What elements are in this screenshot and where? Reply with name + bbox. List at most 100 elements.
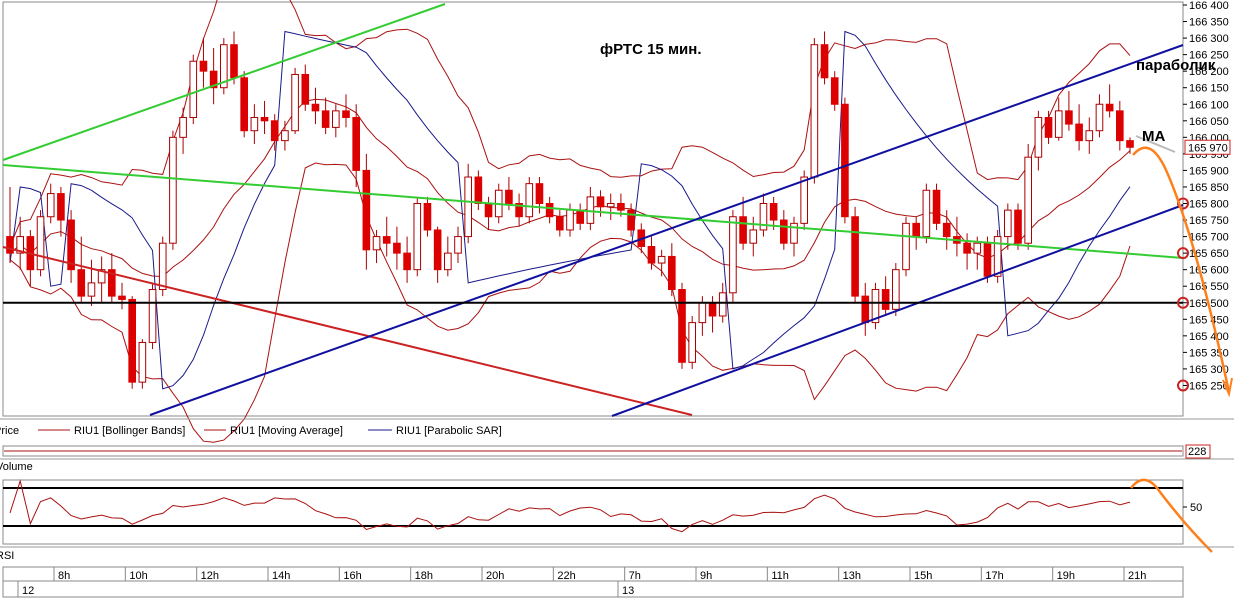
candle-body [1075, 123, 1083, 142]
x-tick-label: 17h [985, 570, 1003, 582]
candle-body [362, 169, 371, 251]
candle-body [474, 176, 483, 205]
candle-body [148, 289, 157, 343]
candle-body [545, 203, 554, 218]
legend-rsi: RSI [0, 550, 14, 562]
candle [148, 282, 157, 350]
candle-body [1034, 116, 1043, 158]
time-axis [2, 566, 1184, 598]
candle-body [46, 193, 55, 218]
x-tick-label: 10h [129, 570, 147, 582]
candle-body [1065, 110, 1073, 125]
candle [1024, 143, 1032, 250]
candle-body [1024, 156, 1032, 244]
candle-body [189, 60, 198, 118]
x-tick-label: 16h [343, 570, 361, 582]
candle-body [169, 136, 177, 244]
day-label: 12 [22, 585, 34, 597]
legend-price: Price [0, 425, 19, 437]
last-price-label: 165 970 [1188, 142, 1228, 154]
legend-ma: RIU1 [Moving Average] [230, 425, 343, 437]
candle-body [36, 216, 45, 271]
rsi-tick-label: 50 [1190, 502, 1202, 514]
candle-body [433, 229, 442, 271]
candle [871, 282, 880, 330]
candle-body [1095, 103, 1104, 132]
day-label: 13 [622, 585, 634, 597]
candle [851, 206, 859, 303]
candle-body [128, 298, 136, 383]
y-tick-label: 165 400 [1189, 331, 1229, 343]
candle [729, 210, 737, 303]
y-tick-label: 165 850 [1189, 182, 1229, 194]
candle-body [332, 110, 340, 128]
y-tick-label: 165 800 [1189, 199, 1229, 211]
candle-body [688, 322, 696, 363]
x-tick-label: 13h [843, 570, 861, 582]
candle-body [556, 216, 564, 231]
candle [922, 183, 931, 244]
candle-body [566, 209, 574, 231]
candle [413, 196, 422, 277]
candle-body [250, 116, 259, 132]
candle-body [382, 236, 391, 244]
candle-body [403, 252, 411, 271]
candle-body [1054, 110, 1063, 138]
x-tick-label: 21h [1128, 570, 1146, 582]
legend-volume: Volume [0, 461, 33, 473]
y-tick-label: 165 450 [1189, 314, 1229, 326]
candle-body [973, 242, 982, 254]
candle-body [464, 176, 472, 238]
candle-body [1044, 116, 1053, 138]
candle-body [240, 77, 248, 132]
legend-bollinger: RIU1 [Bollinger Bands] [74, 425, 185, 437]
candle-body [800, 176, 808, 224]
candle-body [77, 269, 86, 297]
candle-body [861, 295, 870, 324]
candle-body [1004, 209, 1012, 238]
y-tick-label: 165 900 [1189, 165, 1229, 177]
candle-body [1116, 110, 1124, 142]
candle-body [1085, 130, 1094, 142]
x-tick-label: 18h [415, 570, 433, 582]
candlestick-chart: фРТС 15 мин. параболик MA 166 400166 350… [0, 0, 1234, 598]
candle-body [270, 120, 279, 142]
x-tick-label: 20h [486, 570, 504, 582]
x-tick-label: 19h [1057, 570, 1075, 582]
candle-body [260, 116, 269, 122]
candle-body [281, 130, 289, 142]
candle-body [57, 193, 65, 221]
candle-body [1014, 209, 1022, 244]
candle-body [484, 203, 493, 218]
candle-body [678, 289, 686, 363]
candle-body [902, 222, 910, 271]
candle-body [617, 203, 625, 211]
y-tick-label: 166 250 [1189, 50, 1229, 62]
annotation-ma: MA [1142, 128, 1165, 145]
candle-body [983, 242, 992, 277]
candle-body [505, 189, 513, 204]
candle-body [596, 196, 605, 208]
candle-body [851, 216, 859, 297]
candle-body [912, 222, 920, 238]
candle-body [963, 242, 971, 254]
candle [189, 54, 198, 125]
candle-body [942, 222, 951, 238]
candle [892, 263, 900, 316]
candle-body [810, 44, 819, 178]
candle-body [301, 73, 310, 105]
candle [678, 282, 686, 369]
y-tick-label: 166 150 [1189, 83, 1229, 95]
volume-value: 228 [1188, 446, 1206, 458]
candle-body [372, 236, 381, 251]
candle-body [118, 295, 126, 300]
y-tick-label: 166 200 [1189, 66, 1229, 78]
candle-body [820, 44, 829, 79]
candle-body [606, 203, 615, 208]
candle [688, 315, 696, 369]
candle-body [841, 103, 849, 218]
candle-body [749, 229, 758, 244]
candle-body [87, 282, 96, 297]
candle-body [179, 116, 187, 138]
candle-body [657, 255, 666, 264]
